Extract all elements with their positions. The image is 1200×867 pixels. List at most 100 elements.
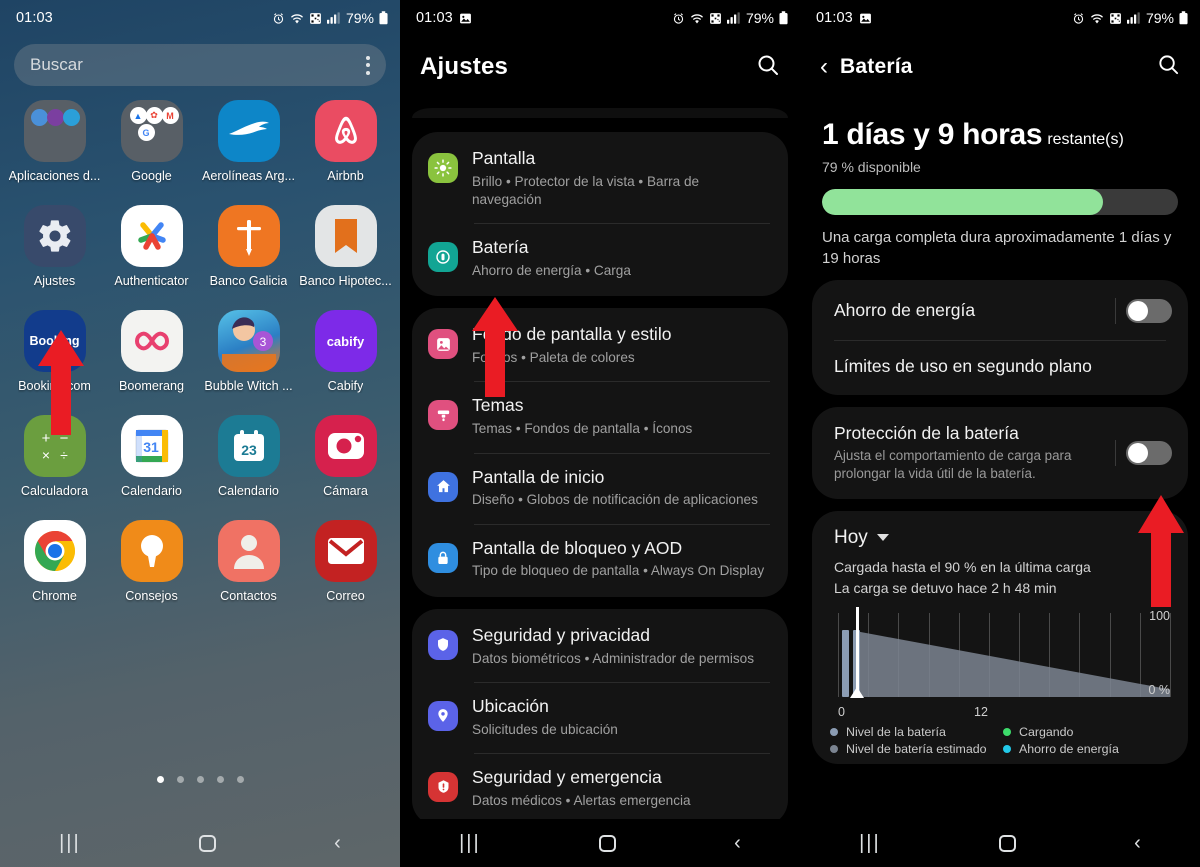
search-bar[interactable]: Buscar xyxy=(14,44,386,86)
settings-item-pantalla-de-bloqueo[interactable]: Pantalla de bloqueo y AOD Tipo de bloque… xyxy=(412,523,788,595)
gmail-icon: M xyxy=(161,107,179,124)
app-label: Calendario xyxy=(121,484,182,498)
app-calendario-samsung[interactable]: 23 Calendario xyxy=(200,415,297,498)
settings-item-pantalla-de-inicio[interactable]: Pantalla de inicio Diseño • Globos de no… xyxy=(412,452,788,524)
app-chrome[interactable]: Chrome xyxy=(6,520,103,603)
page-dot[interactable] xyxy=(196,776,204,783)
settings-item-fondo-de-pantalla[interactable]: Fondo de pantalla y estilo Fondos • Pale… xyxy=(412,310,788,381)
battery-protection-text: Protección de la batería Ajusta el compo… xyxy=(834,423,1105,483)
battery-percent-label: 79% xyxy=(745,10,774,26)
item-title: Temas xyxy=(472,395,524,416)
app-airbnb[interactable]: Airbnb xyxy=(297,100,394,183)
app-banco-hipotecario[interactable]: Banco Hipotec... xyxy=(297,205,394,288)
panel-home-screen: 01:03 79% Buscar Aplicaciones d... ▲ ✿ M… xyxy=(0,0,400,867)
battery-protection-row[interactable]: Protección de la batería Ajusta el compo… xyxy=(812,409,1188,497)
back-button[interactable]: ‹ xyxy=(1134,833,1141,853)
available-percent-label: 79 % disponible xyxy=(822,159,921,175)
back-button[interactable]: ‹ xyxy=(334,833,341,853)
settings-item-bateria[interactable]: Batería Ahorro de energía • Carga xyxy=(412,223,788,294)
home-button[interactable] xyxy=(998,834,1016,852)
chart-plot-area xyxy=(838,606,1171,698)
arrow-pointing-to-ajustes xyxy=(37,330,85,435)
app-aerolineas[interactable]: Aerolíneas Arg... xyxy=(200,100,297,183)
charge-line-1: Cargada hasta el 90 % en la última carga xyxy=(834,558,1091,575)
chevron-down-icon[interactable] xyxy=(876,534,889,541)
app-camara[interactable]: Cámara xyxy=(297,415,394,498)
search-icon[interactable] xyxy=(756,53,780,82)
home-button[interactable] xyxy=(198,834,216,852)
settings-gear-icon xyxy=(23,205,86,267)
mail-envelope-icon xyxy=(314,520,377,582)
svg-text:÷: ÷ xyxy=(60,447,68,463)
app-label: Cámara xyxy=(323,484,368,498)
svg-text:3: 3 xyxy=(259,335,266,349)
settings-item-text: Pantalla de bloqueo y AOD Tipo de bloque… xyxy=(472,538,770,581)
battery-icon xyxy=(1179,11,1188,25)
battery-icon xyxy=(428,242,458,273)
app-contactos[interactable]: Contactos xyxy=(200,520,297,603)
outlook-icon xyxy=(46,109,64,126)
app-ajustes[interactable]: Ajustes xyxy=(6,205,103,288)
page-dot[interactable] xyxy=(156,776,164,783)
settings-item-ubicacion[interactable]: Ubicación Solicitudes de ubicación xyxy=(412,681,788,753)
settings-item-seguridad-y-privacidad[interactable]: Seguridad y privacidad Datos biométricos… xyxy=(412,611,788,682)
drive-icon: ▲ xyxy=(129,107,147,124)
app-authenticator[interactable]: Authenticator xyxy=(103,205,200,288)
legend-label: Nivel de la batería xyxy=(846,724,946,739)
photos-icon: ✿ xyxy=(145,107,163,124)
arrow-pointing-to-bateria xyxy=(471,297,519,397)
item-title: Seguridad y emergencia xyxy=(472,766,662,787)
emergency-icon xyxy=(428,771,458,802)
settings-item-seguridad-y-emergencia[interactable]: Seguridad y emergencia Datos médicos • A… xyxy=(412,752,788,824)
recents-button[interactable]: ||| xyxy=(59,833,81,853)
app-bubble-witch[interactable]: 3 Bubble Witch ... xyxy=(200,310,297,393)
page-indicator xyxy=(0,776,400,783)
power-saving-text: Ahorro de energía xyxy=(834,300,1105,321)
app-banco-galicia[interactable]: Banco Galicia xyxy=(200,205,297,288)
item-subtitle: Temas • Fondos de pantalla • Íconos xyxy=(472,421,693,437)
app-cabify[interactable]: cabify Cabify xyxy=(297,310,394,393)
item-title: Batería xyxy=(472,237,529,258)
app-consejos[interactable]: Consejos xyxy=(103,520,200,603)
more-options-icon[interactable] xyxy=(366,55,370,75)
page-dot[interactable] xyxy=(176,776,184,783)
power-saving-label: Ahorro de energía xyxy=(834,300,976,321)
settings-item-temas[interactable]: Temas Temas • Fondos de pantalla • Ícono… xyxy=(412,381,788,452)
power-saving-row[interactable]: Ahorro de energía xyxy=(812,282,1188,340)
status-bar-right: 79% xyxy=(1072,10,1188,26)
display-icon xyxy=(428,153,458,183)
back-arrow-icon[interactable]: ‹ xyxy=(820,55,828,79)
themes-icon xyxy=(428,400,458,431)
settings-app-bar: Ajustes xyxy=(400,36,800,98)
google-icon: G xyxy=(137,124,155,141)
app-label: Consejos xyxy=(125,589,178,603)
app-boomerang[interactable]: Boomerang xyxy=(103,310,200,393)
camera-icon xyxy=(314,415,377,477)
settings-item-pantalla[interactable]: Pantalla Brillo • Protector de la vista … xyxy=(412,134,788,223)
recents-button[interactable]: ||| xyxy=(859,833,881,853)
legend-swatch xyxy=(830,727,838,736)
status-bar-home: 01:03 79% xyxy=(0,0,400,36)
panel-settings: 01:03 79% Ajustes Pantalla Brillo • Prot… xyxy=(400,0,800,867)
back-button[interactable]: ‹ xyxy=(734,833,741,853)
app-correo[interactable]: Correo xyxy=(297,520,394,603)
lightbulb-icon xyxy=(120,520,183,582)
app-label: Aerolíneas Arg... xyxy=(201,169,296,183)
app-label: Correo xyxy=(326,589,365,603)
search-icon[interactable] xyxy=(1157,53,1180,81)
screenshot-icon xyxy=(859,12,872,25)
period-selector[interactable]: Hoy xyxy=(812,513,1188,549)
home-button[interactable] xyxy=(598,834,616,852)
battery-protection-toggle[interactable] xyxy=(1126,440,1172,465)
power-saving-toggle[interactable] xyxy=(1126,298,1172,323)
recents-button[interactable]: ||| xyxy=(459,833,481,853)
status-time: 01:03 xyxy=(416,10,453,26)
app-folder-google[interactable]: ▲ ✿ M G Google xyxy=(103,100,200,183)
app-calendario-google[interactable]: 31 Calendario xyxy=(103,415,200,498)
background-limits-row[interactable]: Límites de uso en segundo plano xyxy=(812,339,1188,393)
app-folder-aplicaciones[interactable]: Aplicaciones d... xyxy=(6,100,103,183)
page-dot[interactable] xyxy=(216,776,224,783)
battery-app-bar: ‹ Batería xyxy=(800,36,1200,98)
page-dot[interactable] xyxy=(236,776,244,783)
x-axis-tick-0: 0 xyxy=(838,704,845,719)
